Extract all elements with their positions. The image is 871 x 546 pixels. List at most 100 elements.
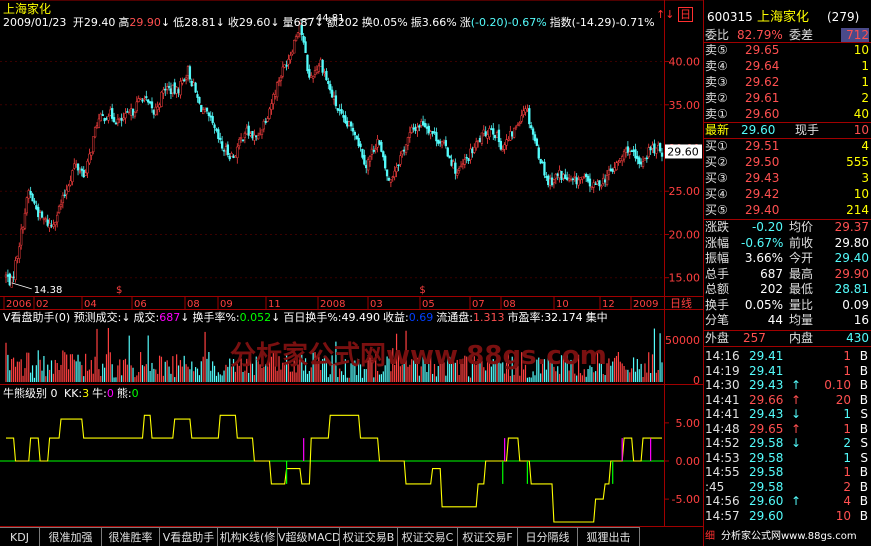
candle [619,158,622,163]
indicator-lines [0,414,664,523]
stat-label: 分笔 [705,313,730,327]
tab-4[interactable]: 机构K线(修 [218,527,278,546]
stat-value: 3.66% [744,251,783,265]
arrows-icon[interactable]: ↑↓ [656,8,674,21]
indicator-tabs[interactable]: KDJ 很准加强 很准胜率 V看盘助手 机构K线(修 V超级MACD 权证交易B 权证交易C 权… [0,527,703,546]
tick-volume: 4 [843,494,851,508]
tick-volume: 10 [835,508,851,523]
tick-volume: 1 [843,421,851,436]
candle [494,134,497,141]
tab-3[interactable]: V看盘助手 [160,527,218,546]
sell-row[interactable]: 卖⑤ 29.65 10 [703,43,871,58]
candle [518,120,521,127]
tick-row[interactable]: 14:52 29.58 ↓ 2 S [703,436,871,451]
buy-row[interactable]: 买⑤ 29.40 214 [703,203,871,218]
tick-time: :45 [705,479,725,494]
candle [439,138,442,147]
candle [266,116,269,123]
candle [167,81,171,91]
item-label: 牛: [92,387,107,400]
candle [192,78,195,86]
item-label: 熊: [116,387,132,400]
tick-row[interactable]: 14:16 29.41 1 B [703,349,871,364]
candle [454,158,457,180]
candle [444,136,448,149]
tick-row[interactable]: 14:55 29.58 1 B [703,465,871,480]
candle [412,123,415,133]
tick-price: 29.58 [749,479,784,494]
candle [639,158,643,167]
tab-6[interactable]: 权证交易B [340,527,398,546]
sell-row[interactable]: 卖③ 29.62 1 [703,75,871,90]
candle [600,184,603,190]
candle [499,138,502,151]
candle [484,126,487,138]
buy-row[interactable]: 买③ 29.43 3 [703,171,871,186]
candle [643,157,647,161]
tick-row[interactable]: 14:19 29.41 1 B [703,364,871,379]
tick-row[interactable]: 14:57 29.60 10 B [703,509,871,524]
candle [78,167,82,175]
tick-row[interactable]: 14:41 29.66 ↑ 20 B [703,393,871,408]
candle [228,153,231,162]
candle [310,72,313,78]
tab-2[interactable]: 很准胜率 [102,527,160,546]
tick-row[interactable]: 14:56 29.60 ↑ 4 B [703,494,871,509]
tab-10[interactable]: 狐狸出击 [578,527,640,546]
tick-row[interactable]: 14:30 29.43 ↑ 0.10 B [703,378,871,393]
stat-label: 最高 [789,266,814,281]
item-value: 1.313 [472,311,505,324]
candle [533,131,537,144]
candle [497,124,501,148]
candle [475,137,478,151]
indicator-tick-label: 0.00 [676,455,701,468]
candle [20,223,23,250]
detail-tab[interactable]: 细 [705,527,715,546]
sell-price: 29.64 [745,59,780,73]
tab-1[interactable]: 很准加强 [40,527,102,546]
chart-area[interactable]: 44.8114.38$$ 40.0035.0030.0025.0020.0015… [0,0,703,527]
tick-time: 14:53 [705,450,740,465]
candle [8,272,11,287]
sell-volume: 40 [853,107,869,121]
tick-arrow-icon: ↓ [791,407,802,421]
tick-time: 14:57 [705,508,740,523]
sell-label: 卖① [705,107,728,121]
buy-row[interactable]: 买② 29.50 555 [703,155,871,170]
buy-row[interactable]: 买① 29.51 4 [703,139,871,154]
day-icon[interactable]: 日 [677,7,693,22]
candle [186,65,190,82]
window-icons[interactable]: ↑↓ 日 [656,6,693,22]
stat-value: -0.67% [741,235,784,250]
candle [137,95,140,103]
tab-8[interactable]: 权证交易F [458,527,518,546]
candle [226,141,229,158]
tab-5[interactable]: V超级MACD [278,527,340,546]
candle [198,96,201,105]
sell-row[interactable]: 卖④ 29.64 1 [703,59,871,74]
candle [431,131,434,137]
sell-row[interactable]: 卖① 29.60 40 [703,107,871,122]
tab-7[interactable]: 权证交易C [398,527,458,546]
sell-row[interactable]: 卖② 29.61 2 [703,91,871,106]
tick-row[interactable]: :45 29.58 2 B [703,480,871,495]
sell-volume: 1 [861,75,869,89]
tick-row[interactable]: 14:48 29.65 ↑ 1 B [703,422,871,437]
price-tick-label: 25.00 [669,185,701,198]
tick-row[interactable]: 14:41 29.43 ↓ 1 S [703,407,871,422]
stat-label: 均量 [789,313,814,327]
candle [40,210,44,219]
tab-9[interactable]: 日分隔线 [518,527,578,546]
latest-value: 29.60 [741,123,776,137]
buy-row[interactable]: 买④ 29.42 10 [703,187,871,202]
stat-label: 涨跌 [705,220,730,234]
tick-side: B [859,465,868,479]
candle [583,173,586,179]
candle [181,77,184,86]
candle [126,108,129,113]
tab-0[interactable]: KDJ [0,527,40,546]
candle [103,117,106,124]
inner-label: 内盘 [789,331,814,345]
tick-row[interactable]: 14:53 29.58 1 S [703,451,871,466]
candle [389,179,393,188]
